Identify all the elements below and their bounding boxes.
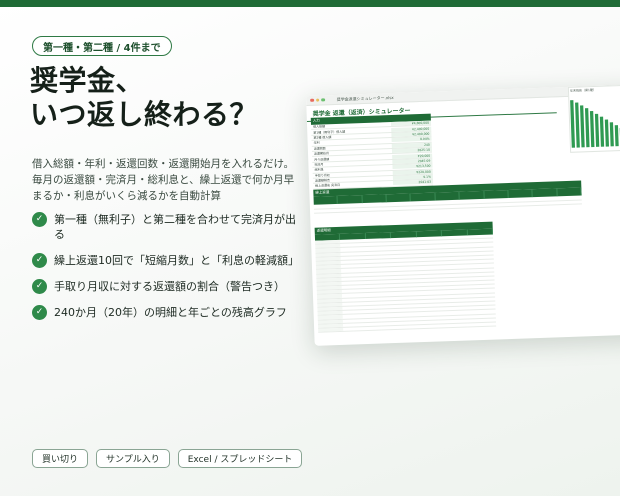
feature-text: 240か月（20年）の明細と年ごとの残高グラフ: [54, 306, 287, 319]
maximize-dot-icon: [321, 98, 325, 102]
chart-bar: [570, 100, 576, 148]
feature-item: ✓ 第一種（無利子）と第二種を合わせて完済月が出る: [32, 212, 304, 242]
chart-bar: [589, 110, 595, 148]
feature-item: ✓ 手取り月収に対する返還額の割合（警告つき）: [32, 279, 304, 294]
page-title: 奨学金、 いつ返し終わる？: [30, 64, 258, 132]
feature-item: ✓ 240か月（20年）の明細と年ごとの残高グラフ: [32, 305, 304, 320]
mockup-input-rows: 借入総額 ¥4,800,000 第1種（無利子）借入額 ¥2,400,000 第2種 借…: [311, 120, 434, 195]
top-accent-bar: [0, 0, 620, 7]
badge-row: 買い切り サンプル入り Excel / スプレッドシート: [32, 449, 303, 468]
minimize-dot-icon: [315, 98, 320, 102]
chart-bar: [609, 122, 614, 147]
mockup-schedule-table: 返還明細: [314, 221, 497, 333]
mockup-window-title: 奨学金返還シミュレーター.xlsx: [336, 94, 394, 102]
check-icon: ✓: [32, 212, 47, 227]
close-dot-icon: [310, 98, 314, 103]
chart-bar: [599, 116, 605, 147]
title-line-2: いつ返し終わる？: [30, 98, 259, 131]
chart-bar: [575, 102, 580, 148]
chart-bar: [614, 125, 619, 147]
feature-text: 繰上返還10回で「短縮月数」と「利息の軽減額」: [54, 254, 299, 267]
chart-svg: [570, 100, 620, 148]
mockup-balance-chart: 年末残高（第1種）: [567, 84, 620, 153]
chart-bar: [604, 119, 610, 147]
chart-bar: [594, 113, 600, 147]
badge-one-time: 買い切り: [32, 449, 89, 468]
mockup-input-table: 入力 借入総額 ¥4,800,000 第1種（無利子）借入額 ¥2,400,000 第2…: [310, 113, 434, 195]
chart-bar: [580, 105, 585, 148]
feature-list: ✓ 第一種（無利子）と第二種を合わせて完済月が出る ✓ 繰上返還10回で「短縮月数」…: [32, 212, 304, 331]
title-line-1: 奨学金、: [30, 64, 145, 97]
chart-bar: [584, 108, 590, 148]
feature-text: 手取り月収に対する返還額の割合（警告つき）: [54, 280, 285, 293]
badge-format: Excel / スプレッドシート: [177, 449, 303, 468]
description: 借入総額・年利・返還回数・返還開始月を入れるだけ。毎月の返還額・完済月・総利息と…: [32, 158, 295, 202]
plan-tag: 第一種・第二種 / 4件まで: [32, 36, 172, 56]
spreadsheet-mockup: 奨学金返還シミュレーター.xlsx 奨学金 返還（返済）シミュレーター 入力 借…: [306, 84, 620, 346]
feature-item: ✓ 繰上返還10回で「短縮月数」と「利息の軽減額」: [32, 253, 304, 268]
feature-text: 第一種（無利子）と第二種を合わせて完済月が出る: [54, 213, 296, 241]
schedule-rows: [315, 234, 497, 333]
badge-sample: サンプル入り: [96, 449, 170, 468]
check-icon: ✓: [32, 305, 47, 320]
check-icon: ✓: [32, 279, 47, 294]
check-icon: ✓: [32, 253, 47, 268]
